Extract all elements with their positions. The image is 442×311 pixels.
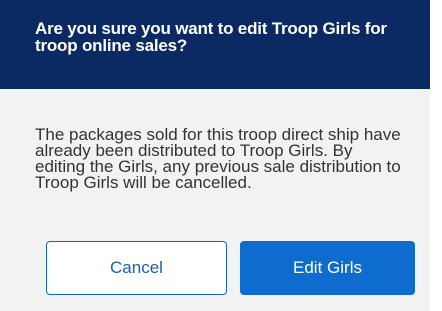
confirm-edit-dialog: Are you sure you want to edit Troop Girl… xyxy=(0,0,430,311)
dialog-title: Are you sure you want to edit Troop Girl… xyxy=(35,19,387,55)
edit-girls-button[interactable]: Edit Girls xyxy=(240,241,415,295)
cancel-button[interactable]: Cancel xyxy=(46,241,227,295)
dialog-header: Are you sure you want to edit Troop Girl… xyxy=(0,0,430,89)
dialog-message: The packages sold for this troop direct … xyxy=(35,125,401,192)
